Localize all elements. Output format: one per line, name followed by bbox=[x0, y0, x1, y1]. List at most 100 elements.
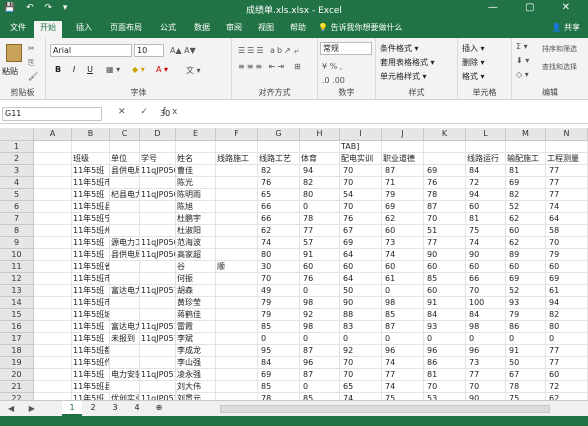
add-sheet-button[interactable]: ⊕ bbox=[150, 401, 168, 416]
cell[interactable]: 蒋鹤佳 bbox=[176, 309, 216, 321]
cell[interactable]: 62 bbox=[506, 237, 546, 249]
cell[interactable] bbox=[216, 381, 258, 393]
cell[interactable] bbox=[110, 141, 140, 153]
cell[interactable]: 11qJP050 bbox=[140, 165, 176, 177]
column-header[interactable]: M bbox=[506, 128, 546, 141]
cell[interactable] bbox=[34, 213, 72, 225]
cell[interactable] bbox=[216, 201, 258, 213]
phonetic-icon[interactable]: 文 ▾ bbox=[186, 65, 201, 76]
cell[interactable]: 曹佳 bbox=[176, 165, 216, 177]
cell[interactable]: 工程测量 bbox=[546, 153, 588, 165]
cell[interactable]: 95 bbox=[258, 345, 300, 357]
cell[interactable]: 高家超 bbox=[176, 249, 216, 261]
cell[interactable]: 80 bbox=[258, 249, 300, 261]
cell[interactable]: 92 bbox=[340, 345, 382, 357]
decimal-icon[interactable]: .0 .00 bbox=[322, 76, 345, 85]
cell[interactable]: 81 bbox=[466, 213, 506, 225]
row-header[interactable]: 10 bbox=[0, 249, 34, 261]
cell[interactable]: 94 bbox=[300, 165, 340, 177]
cell[interactable]: 11年5班 bbox=[72, 321, 110, 333]
cell[interactable]: 77 bbox=[466, 369, 506, 381]
cell[interactable]: 70 bbox=[466, 285, 506, 297]
cell[interactable]: 66 bbox=[258, 213, 300, 225]
cell[interactable] bbox=[34, 345, 72, 357]
cell[interactable]: 60 bbox=[506, 261, 546, 273]
cell[interactable]: 11qJP050 bbox=[140, 189, 176, 201]
cell[interactable]: 86 bbox=[424, 357, 466, 369]
cell[interactable]: 60 bbox=[546, 261, 588, 273]
cell[interactable]: 60 bbox=[424, 261, 466, 273]
cell[interactable]: 11年5班县 bbox=[72, 201, 110, 213]
cell[interactable]: 70 bbox=[340, 165, 382, 177]
cell[interactable]: 74 bbox=[466, 237, 506, 249]
cell[interactable]: 77 bbox=[546, 345, 588, 357]
cell[interactable] bbox=[110, 225, 140, 237]
cell[interactable]: 60 bbox=[382, 261, 424, 273]
cell[interactable] bbox=[424, 141, 466, 153]
cell[interactable]: 64 bbox=[340, 249, 382, 261]
tab-7[interactable]: 视图 bbox=[252, 21, 280, 38]
tab-3[interactable]: 页面布局 bbox=[104, 21, 148, 38]
cell[interactable]: 96 bbox=[466, 345, 506, 357]
cell[interactable] bbox=[140, 201, 176, 213]
row-header[interactable]: 7 bbox=[0, 213, 34, 225]
column-header[interactable]: C bbox=[110, 128, 140, 141]
cell[interactable]: 职业道德 bbox=[382, 153, 424, 165]
cell[interactable]: 91 bbox=[506, 345, 546, 357]
cell[interactable]: 雷霞 bbox=[176, 321, 216, 333]
cell[interactable] bbox=[140, 297, 176, 309]
cell[interactable] bbox=[216, 249, 258, 261]
cell[interactable]: 85 bbox=[382, 309, 424, 321]
cell[interactable]: 60 bbox=[466, 261, 506, 273]
row-header[interactable]: 1 bbox=[0, 141, 34, 153]
cell[interactable]: 96 bbox=[300, 357, 340, 369]
cell[interactable]: 60 bbox=[466, 201, 506, 213]
cell[interactable]: 11年5班省 bbox=[72, 261, 110, 273]
worksheet-grid[interactable]: A B C D E F G H I J K L M N 1 TAB] 2 班级 单位 学号 姓名 线路施工 线路工艺 体育 配电… bbox=[0, 128, 588, 400]
cell[interactable] bbox=[140, 141, 176, 153]
fill-color-icon[interactable]: ◆ ▾ bbox=[132, 65, 145, 74]
cell[interactable]: 82 bbox=[258, 165, 300, 177]
cell[interactable]: 杜淑阳 bbox=[176, 225, 216, 237]
cell[interactable]: 90 bbox=[424, 249, 466, 261]
cell[interactable]: 62 bbox=[506, 213, 546, 225]
row-header[interactable]: 21 bbox=[0, 381, 34, 393]
cell[interactable]: 70 bbox=[258, 273, 300, 285]
cell[interactable]: 输配施工 bbox=[506, 153, 546, 165]
cell[interactable]: 11qJP051 bbox=[140, 321, 176, 333]
cell[interactable]: 未报到 bbox=[110, 333, 140, 345]
cell[interactable]: 65 bbox=[258, 189, 300, 201]
row-header[interactable]: 11 bbox=[0, 261, 34, 273]
cell[interactable]: 94 bbox=[546, 297, 588, 309]
cell[interactable]: 11年5班市 bbox=[72, 177, 110, 189]
find-select-button[interactable]: 查找和选择 bbox=[542, 62, 577, 72]
cell[interactable]: 60 bbox=[300, 261, 340, 273]
cell[interactable] bbox=[424, 153, 466, 165]
formula-input[interactable]: 30 bbox=[160, 109, 170, 118]
cell[interactable]: 90 bbox=[466, 393, 506, 400]
cell[interactable] bbox=[34, 357, 72, 369]
cell[interactable]: 线路运行 bbox=[466, 153, 506, 165]
cell[interactable]: 73 bbox=[466, 357, 506, 369]
clear-button[interactable]: ◇ ▾ bbox=[516, 70, 529, 79]
cell[interactable]: 陈旭 bbox=[176, 201, 216, 213]
cell[interactable]: 刘大伟 bbox=[176, 381, 216, 393]
cell[interactable]: 87 bbox=[382, 165, 424, 177]
cell[interactable]: 11年5班作 bbox=[72, 357, 110, 369]
cell[interactable]: 0 bbox=[300, 285, 340, 297]
row-header[interactable]: 17 bbox=[0, 333, 34, 345]
cell[interactable] bbox=[110, 297, 140, 309]
row-header[interactable]: 22 bbox=[0, 393, 34, 400]
cell[interactable]: 79 bbox=[258, 309, 300, 321]
cell[interactable] bbox=[140, 309, 176, 321]
tab-8[interactable]: 帮助 bbox=[284, 21, 312, 38]
cell[interactable]: 60 bbox=[340, 261, 382, 273]
cell[interactable]: 81 bbox=[424, 369, 466, 381]
cell[interactable]: 11qJP050 bbox=[140, 237, 176, 249]
cell[interactable]: 70 bbox=[340, 369, 382, 381]
insert-button[interactable]: 插入 ▾ bbox=[462, 42, 485, 55]
cell[interactable]: 11年5班 bbox=[72, 249, 110, 261]
column-header[interactable]: I bbox=[340, 128, 382, 141]
cell[interactable]: 胡森 bbox=[176, 285, 216, 297]
cell[interactable]: 74 bbox=[258, 237, 300, 249]
